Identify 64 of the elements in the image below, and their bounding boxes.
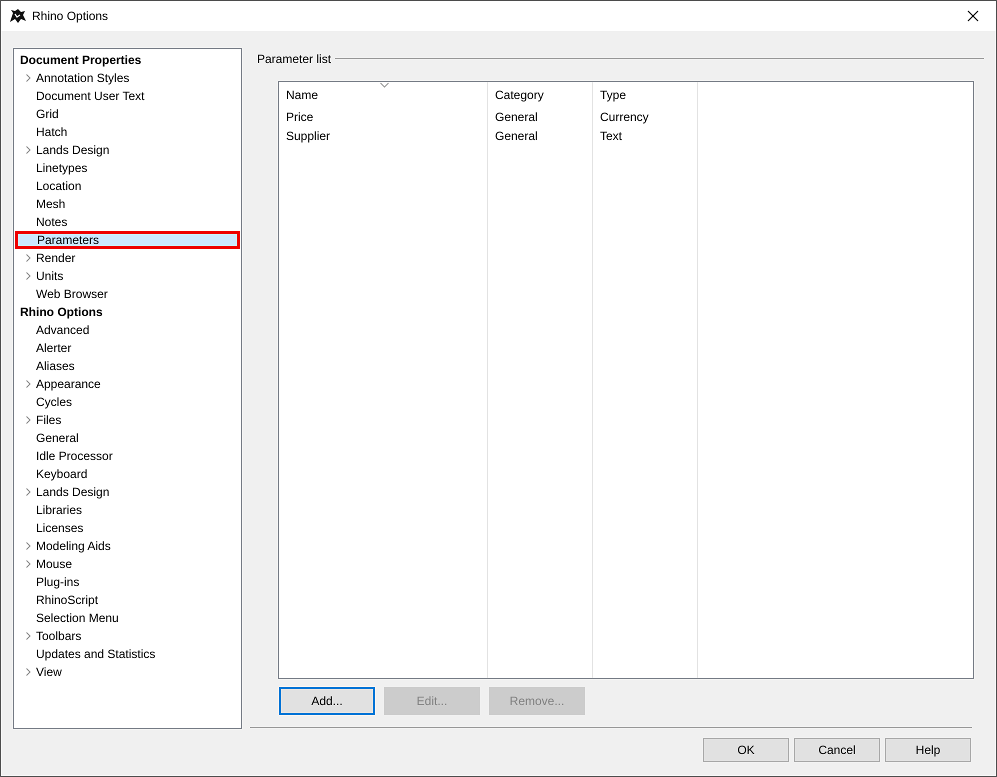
expand-chevron-icon[interactable] — [26, 146, 30, 154]
window-title: Rhino Options — [32, 9, 108, 23]
expand-chevron-icon[interactable] — [26, 74, 30, 82]
tree-item[interactable]: Render — [14, 249, 241, 267]
tree-item[interactable]: General — [14, 429, 241, 447]
tree-group-header[interactable]: Rhino Options — [14, 305, 103, 319]
tree-item[interactable]: Document User Text — [14, 87, 241, 105]
expand-chevron-icon[interactable] — [26, 668, 30, 676]
dialog-button[interactable]: Help — [885, 738, 971, 762]
tree-item[interactable]: Location — [14, 177, 241, 195]
tree-item[interactable]: Idle Processor — [14, 447, 241, 465]
tree-item[interactable]: Appearance — [14, 375, 241, 393]
dialog-button[interactable]: OK — [703, 738, 789, 762]
tree-item[interactable]: Annotation Styles — [14, 69, 241, 87]
tree-item[interactable]: Web Browser — [14, 285, 241, 303]
expand-chevron-icon[interactable] — [26, 560, 30, 568]
column-header[interactable]: Name — [279, 82, 487, 108]
group-title: Parameter list — [257, 52, 332, 66]
expand-chevron-icon[interactable] — [26, 254, 30, 262]
tree-item[interactable]: Updates and Statistics — [14, 645, 241, 663]
expand-chevron-icon[interactable] — [26, 488, 30, 496]
tree-item[interactable]: Modeling Aids — [14, 537, 241, 555]
tree-item[interactable]: Aliases — [14, 357, 241, 375]
tree-item[interactable]: Hatch — [14, 123, 241, 141]
tree-item[interactable]: Selection Menu — [14, 609, 241, 627]
tree-item[interactable]: RhinoScript — [14, 591, 241, 609]
tree-item[interactable]: Notes — [14, 213, 241, 231]
tree-group-header[interactable]: Document Properties — [14, 53, 142, 67]
tree-item[interactable]: Files — [14, 411, 241, 429]
column-header[interactable]: Type — [593, 82, 697, 108]
table-cell-text: Supplier — [285, 128, 332, 146]
tree-item-selected[interactable]: Parameters — [15, 231, 240, 249]
tree-item[interactable]: Toolbars — [14, 627, 241, 645]
tree-item[interactable]: Cycles — [14, 393, 241, 411]
table-cell-text: Currency — [599, 109, 650, 126]
tree-item[interactable]: Lands Design — [14, 483, 241, 501]
tree-item[interactable]: Linetypes — [14, 159, 241, 177]
tree-item[interactable]: Alerter — [14, 339, 241, 357]
expand-chevron-icon[interactable] — [26, 542, 30, 550]
action-button[interactable]: Add... — [279, 687, 375, 715]
tree-item[interactable]: View — [14, 663, 241, 681]
table-cell-text: Text — [599, 128, 624, 146]
tree-item[interactable]: Units — [14, 267, 241, 285]
table-cell-text: General — [494, 128, 539, 146]
tree-item[interactable]: Libraries — [14, 501, 241, 519]
expand-chevron-icon[interactable] — [26, 380, 30, 388]
sort-caret-icon — [380, 82, 389, 88]
tree-item[interactable]: Plug-ins — [14, 573, 241, 591]
close-icon[interactable] — [967, 10, 979, 22]
tree-item[interactable]: Lands Design — [14, 141, 241, 159]
tree-item[interactable]: Licenses — [14, 519, 241, 537]
expand-chevron-icon[interactable] — [26, 272, 30, 280]
tree-item[interactable]: Keyboard — [14, 465, 241, 483]
tree-item[interactable]: Grid — [14, 105, 241, 123]
dialog-button[interactable]: Cancel — [794, 738, 880, 762]
expand-chevron-icon[interactable] — [26, 416, 30, 424]
tree-item[interactable]: Mesh — [14, 195, 241, 213]
table-cell-text: Price — [285, 109, 314, 126]
table-cell-text: General — [494, 109, 539, 126]
tree-item[interactable]: Mouse — [14, 555, 241, 573]
app-icon — [9, 8, 27, 24]
tree-item[interactable]: Advanced — [14, 321, 241, 339]
expand-chevron-icon[interactable] — [26, 632, 30, 640]
column-header[interactable]: Category — [488, 82, 592, 108]
